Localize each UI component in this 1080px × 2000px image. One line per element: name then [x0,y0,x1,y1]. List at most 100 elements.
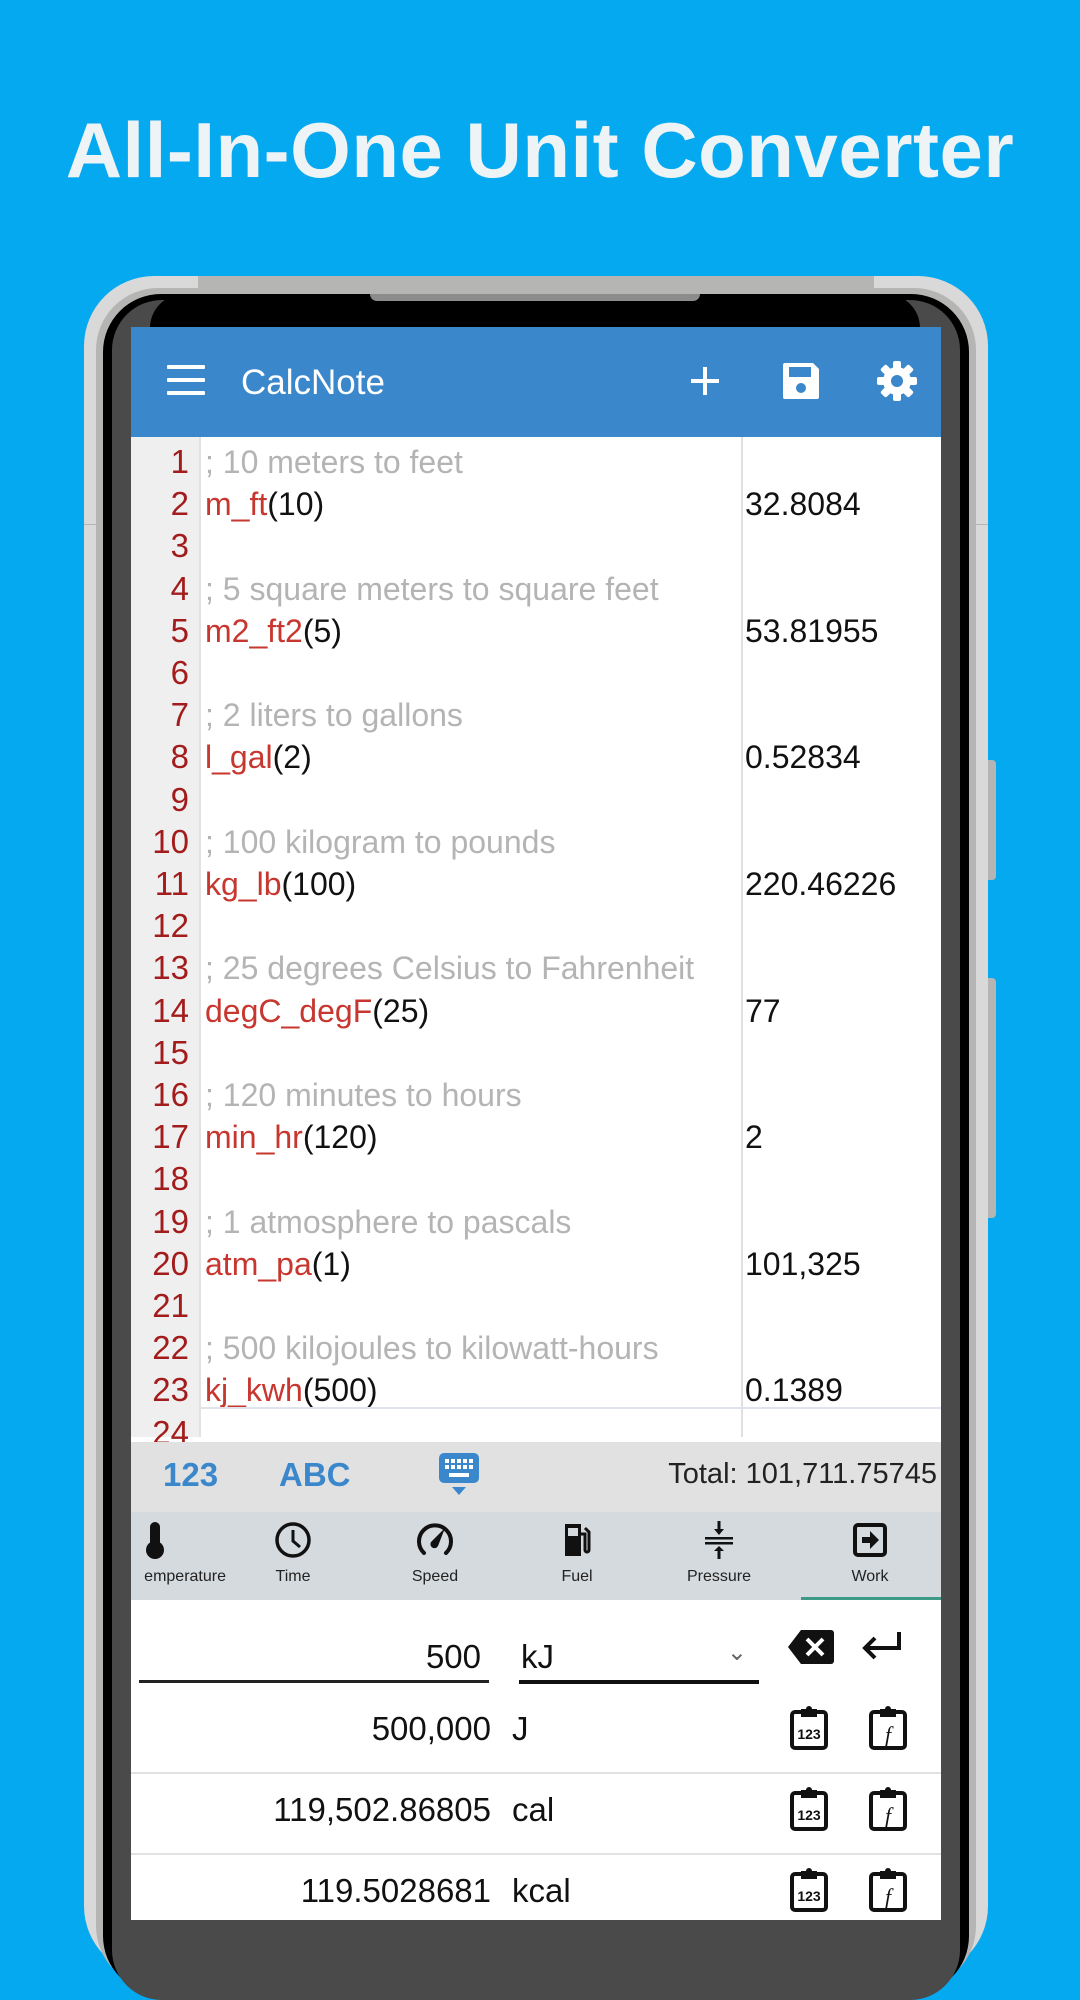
comment-text: ; 2 liters to gallons [205,697,463,734]
phone-volume-button [988,978,996,1218]
tab-fuel[interactable]: Fuel [506,1512,648,1600]
copy-function-icon[interactable]: f [868,1706,908,1750]
numeric-keyboard-button[interactable]: 123 [163,1456,218,1494]
backspace-icon[interactable] [787,1628,835,1666]
value-input-text: 500 [425,1638,481,1675]
line-result: 0.1389 [745,1372,843,1409]
expression-line[interactable]: kg_lb(100) [205,866,356,903]
line-number: 14 [152,991,189,1029]
comment-line[interactable]: ; 10 meters to feet [205,444,463,481]
expression-line[interactable]: m_ft(10) [205,486,324,523]
copy-function-icon[interactable]: f [868,1868,908,1912]
copy-function-icon[interactable]: f [868,1787,908,1831]
line-number: 21 [152,1287,189,1324]
menu-icon[interactable] [167,365,205,395]
keyboard-toolbar: 123 ABC Total: 101,711.75745 [131,1442,941,1512]
comment-text: ; 1 atmosphere to pascals [205,1203,572,1240]
comment-line[interactable]: ; 500 kilojoules to kilowatt-hours [205,1330,659,1367]
line-result: 101,325 [745,1245,861,1282]
line-number: 9 [170,780,189,818]
function-argument: (2) [272,739,312,776]
value-input[interactable]: 500 [139,1630,489,1683]
function-argument: (120) [302,1119,378,1156]
comment-line[interactable]: ; 25 degrees Celsius to Fahrenheit [205,950,694,987]
expression-line[interactable]: l_gal(2) [205,739,312,776]
tab-time[interactable]: Time [222,1512,364,1600]
settings-icon[interactable] [873,357,921,405]
copy-value-icon[interactable]: 123 [789,1787,829,1831]
line-number: 4 [170,569,189,607]
tab-temperature[interactable]: emperature [131,1512,226,1600]
comment-line[interactable]: ; 2 liters to gallons [205,697,463,734]
results-divider [741,437,743,1437]
copy-value-icon[interactable]: 123 [789,1868,829,1912]
function-name: kg_lb [205,866,282,902]
app-title: CalcNote [241,363,385,402]
line-result: 0.52834 [745,739,861,776]
alpha-keyboard-button[interactable]: ABC [279,1456,351,1494]
line-number: 16 [152,1076,189,1113]
enter-icon[interactable] [861,1628,905,1664]
function-name: m2_ft2 [205,612,303,649]
line-number: 7 [170,696,189,734]
tab-label: Time [275,1568,311,1585]
line-number: 8 [170,738,189,776]
tab-label: Fuel [561,1568,593,1585]
keyboard-hide-icon[interactable] [438,1452,480,1496]
converted-value: 500,000 [371,1710,491,1747]
comment-line[interactable]: ; 5 square meters to square feet [205,571,659,608]
copy-value-icon[interactable]: 123 [789,1706,829,1750]
current-line-marker [199,1407,941,1409]
converted-unit: cal [512,1791,555,1828]
add-icon[interactable] [681,357,729,405]
work-icon [853,1523,887,1557]
phone-side-button [988,760,996,880]
line-number: 17 [152,1118,189,1156]
unit-converter: 500 kJ ⌄ 500,000 J 123 f 119,502.86805 cal 123… [131,1600,941,1920]
line-result: 32.8084 [745,486,861,523]
comment-line[interactable]: ; 100 kilogram to pounds [205,824,555,861]
converted-value: 119,502.86805 [273,1791,491,1828]
function-name: min_hr [205,1119,303,1156]
comment-text: ; 10 meters to feet [205,444,463,480]
app-bar: CalcNote [131,327,941,437]
svg-text:123: 123 [797,1726,821,1742]
headline: All-In-One Unit Converter [65,106,1015,194]
comment-text: ; 100 kilogram to pounds [205,823,556,860]
line-number: 13 [152,949,189,987]
svg-text:f: f [885,1722,894,1747]
function-argument: (500) [302,1372,378,1409]
unit-dropdown[interactable]: kJ ⌄ [519,1630,759,1684]
function-argument: (25) [372,992,430,1029]
comment-line[interactable]: ; 1 atmosphere to pascals [205,1204,571,1241]
comment-line[interactable]: ; 120 minutes to hours [205,1077,522,1114]
svg-text:123: 123 [797,1888,821,1904]
line-number: 18 [152,1160,189,1198]
tab-speed[interactable]: Speed [364,1512,506,1600]
converted-value: 119.5028681 [300,1872,491,1909]
expression-line[interactable]: atm_pa(1) [205,1246,351,1283]
comment-text: ; 5 square meters to square feet [205,570,659,607]
line-number: 11 [154,865,189,902]
function-argument: (100) [281,866,357,902]
expression-line[interactable]: min_hr(120) [205,1119,378,1156]
converted-unit: kcal [512,1872,571,1909]
note-editor[interactable]: 1 ; 10 meters to feet 2 m_ft(10) 32.8084 3 4 ; … [131,437,941,1451]
total-value: Total: 101,711.75745 [668,1458,937,1490]
tab-pressure[interactable]: Pressure [648,1512,790,1600]
app-screen: CalcNote 1; 10 meters to feet 2 m_ft(10) 32… [131,327,941,1920]
tab-work[interactable]: Work [799,1512,941,1600]
fuel-pump-icon [565,1524,591,1556]
expression-line[interactable]: m2_ft2(5) [205,613,342,650]
line-number: 10 [152,822,189,860]
line-number: 23 [152,1371,189,1409]
line-number: 1 [170,443,189,480]
function-argument: (1) [311,1245,351,1282]
expression-line[interactable]: degC_degF(25) [205,993,429,1030]
function-name: l_gal [205,739,273,776]
svg-text:123: 123 [797,1807,821,1823]
expression-line[interactable]: kj_kwh(500) [205,1372,378,1409]
save-icon[interactable] [777,357,825,405]
category-tabs: emperature Time Speed Fuel Pressure Work [131,1512,941,1600]
chevron-down-icon: ⌄ [726,1639,747,1666]
